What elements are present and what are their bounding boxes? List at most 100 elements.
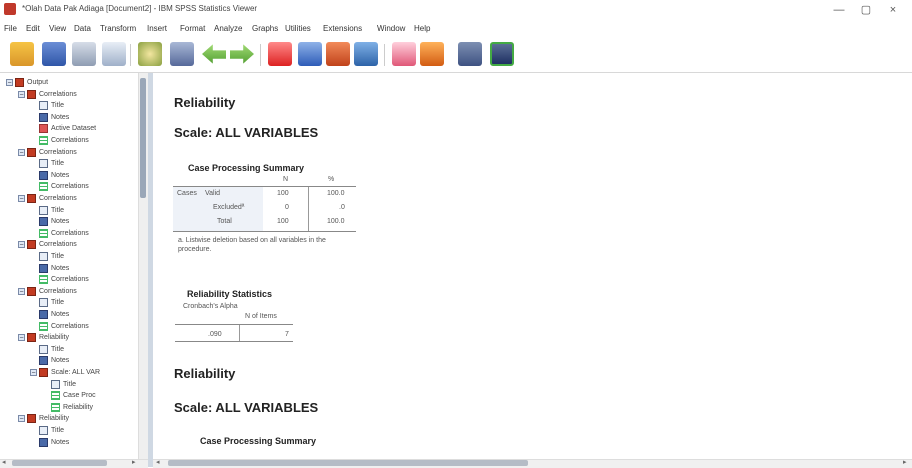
section-heading[interactable]: Reliability xyxy=(174,95,235,110)
outline-node[interactable]: Title xyxy=(30,297,64,308)
table-divider xyxy=(173,231,356,232)
outline-node[interactable]: Title xyxy=(30,344,64,355)
print-preview-icon[interactable] xyxy=(102,42,126,66)
outline-node[interactable]: − Correlations xyxy=(18,147,77,158)
outline-node[interactable]: − Reliability xyxy=(18,332,69,343)
col-header-n: N xyxy=(283,176,289,183)
outline-node[interactable]: Correlations xyxy=(30,321,89,332)
menu-utilities[interactable]: Utilities xyxy=(285,24,311,33)
menu-file[interactable]: File xyxy=(4,24,17,33)
output-book-icon xyxy=(27,414,36,424)
hide-output-icon[interactable] xyxy=(420,42,444,66)
outline-node[interactable]: Notes xyxy=(30,309,69,320)
recall-dialog-icon[interactable] xyxy=(170,42,194,66)
outline-node[interactable]: − Output xyxy=(6,77,48,88)
expand-icon[interactable] xyxy=(490,42,514,66)
outline-node[interactable]: Title xyxy=(30,100,64,111)
print-icon[interactable] xyxy=(72,42,96,66)
maximize-button[interactable]: ▢ xyxy=(855,2,877,18)
menu-view[interactable]: View xyxy=(49,24,66,33)
menu-transform[interactable]: Transform xyxy=(100,24,136,33)
menu-window[interactable]: Window xyxy=(377,24,405,33)
pivot-table-icon xyxy=(39,321,48,331)
tree-expander-icon[interactable]: − xyxy=(18,148,25,157)
tree-expander-icon[interactable]: − xyxy=(18,241,25,249)
undo-icon[interactable] xyxy=(202,44,226,64)
redo-icon[interactable] xyxy=(230,44,254,64)
outline-node[interactable]: Active Dataset xyxy=(30,123,96,134)
show-output-icon[interactable] xyxy=(392,42,416,66)
minimize-button[interactable]: — xyxy=(828,2,850,18)
outline-scroll-thumb[interactable] xyxy=(140,78,146,198)
scroll-right-arrow[interactable]: ▸ xyxy=(903,459,907,467)
outline-node-label: Notes xyxy=(51,264,70,272)
output-book-icon xyxy=(27,147,36,157)
outline-node-label: Output xyxy=(27,79,49,86)
tree-expander-icon[interactable]: − xyxy=(18,287,25,296)
goto-data-icon[interactable] xyxy=(268,42,292,66)
outline-node[interactable]: Notes xyxy=(30,355,69,366)
outline-node[interactable]: Notes xyxy=(30,216,69,227)
outline-node[interactable]: − Correlations xyxy=(18,89,77,100)
open-icon[interactable] xyxy=(10,42,34,66)
menu-graphs[interactable]: Graphs xyxy=(252,24,278,33)
outline-node[interactable]: Notes xyxy=(30,112,69,123)
outline-node[interactable]: Correlations xyxy=(30,135,89,146)
menu-help[interactable]: Help xyxy=(414,24,430,33)
goto-case-icon[interactable] xyxy=(298,42,322,66)
outline-node[interactable]: Notes xyxy=(30,437,69,448)
tree-expander-icon[interactable]: − xyxy=(18,195,25,203)
outline-node[interactable]: Notes xyxy=(30,263,69,274)
tree-expander-icon[interactable]: − xyxy=(30,369,37,377)
outline-node[interactable]: Correlations xyxy=(30,274,89,285)
outline-node[interactable]: − Scale: ALL VAR xyxy=(30,367,100,378)
outline-node[interactable]: Correlations xyxy=(30,181,89,192)
menu-format[interactable]: Format xyxy=(180,24,205,33)
outline-node[interactable]: Title xyxy=(42,379,76,390)
tree-expander-icon[interactable]: − xyxy=(18,334,25,342)
menu-analyze[interactable]: Analyze xyxy=(214,24,242,33)
row-label-excluded: Excludedª xyxy=(213,204,245,211)
goto-variable-icon[interactable] xyxy=(326,42,350,66)
section-heading[interactable]: Reliability xyxy=(174,366,235,381)
outline-node[interactable]: Title xyxy=(30,158,64,169)
scale-heading[interactable]: Scale: ALL VARIABLES xyxy=(174,125,318,140)
menu-extensions[interactable]: Extensions xyxy=(323,24,362,33)
menu-insert[interactable]: Insert xyxy=(147,24,167,33)
outline-node[interactable]: − Correlations xyxy=(18,239,77,250)
outline-node[interactable]: − Reliability xyxy=(18,413,69,424)
scroll-left-arrow[interactable]: ◂ xyxy=(156,459,160,467)
outline-node[interactable]: Title xyxy=(30,251,64,262)
scroll-right-arrow[interactable]: ▸ xyxy=(132,459,136,467)
outline-node[interactable]: − Correlations xyxy=(18,286,77,297)
tree-expander-icon[interactable]: − xyxy=(6,79,13,87)
outline-node-label: Notes xyxy=(51,357,70,365)
outline-node[interactable]: Correlations xyxy=(30,228,89,239)
toolbar xyxy=(0,38,912,73)
outline-hscroll-thumb[interactable] xyxy=(12,460,107,466)
title-icon xyxy=(39,344,48,354)
tree-expander-icon[interactable]: − xyxy=(18,90,25,99)
export-icon[interactable] xyxy=(138,42,162,66)
scale-heading[interactable]: Scale: ALL VARIABLES xyxy=(174,400,318,415)
outline-node[interactable]: Case Proc xyxy=(42,390,96,401)
save-icon[interactable] xyxy=(42,42,66,66)
outline-node[interactable]: Reliability xyxy=(42,402,93,413)
toolbar-separator xyxy=(130,44,131,66)
close-button[interactable]: × xyxy=(882,2,904,18)
reliability-stats-title: Reliability Statistics xyxy=(187,289,273,299)
variables-icon[interactable] xyxy=(354,42,378,66)
tree-expander-icon[interactable]: − xyxy=(18,415,25,423)
content-hscroll-thumb[interactable] xyxy=(168,460,528,466)
output-book-icon xyxy=(15,78,24,87)
collapse-icon[interactable] xyxy=(458,42,482,66)
cell-total-pct: 100.0 xyxy=(327,218,345,225)
outline-node-label: Correlations xyxy=(51,276,89,284)
menu-edit[interactable]: Edit xyxy=(26,24,40,33)
outline-node[interactable]: Title xyxy=(30,425,64,436)
outline-node[interactable]: − Correlations xyxy=(18,193,77,204)
outline-node[interactable]: Title xyxy=(30,205,64,216)
scroll-left-arrow[interactable]: ◂ xyxy=(2,459,6,467)
menu-data[interactable]: Data xyxy=(74,24,91,33)
outline-node[interactable]: Notes xyxy=(30,170,69,181)
